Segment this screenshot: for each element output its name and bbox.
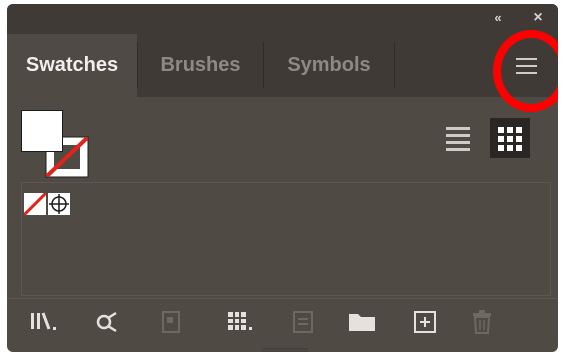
delete-swatch-button[interactable] [468, 309, 496, 335]
registration-swatch[interactable] [48, 193, 70, 215]
swatch-options-grid-button[interactable] [224, 309, 258, 335]
fill-swatch[interactable] [21, 110, 63, 152]
place-swatch-icon [162, 311, 180, 333]
swatches-panel: « × Swatches Brushes Symbols [7, 4, 558, 352]
list-view-icon [446, 127, 470, 151]
new-color-group-button[interactable] [346, 309, 378, 335]
new-color-group-icon [349, 314, 375, 331]
tab-swatches[interactable]: Swatches [7, 34, 137, 97]
swatch-libraries-button[interactable] [29, 309, 63, 335]
fill-stroke-widget [21, 110, 91, 180]
tab-divider [394, 42, 395, 88]
show-swatch-kinds-button[interactable] [93, 309, 121, 335]
collapse-panel-button[interactable]: « [489, 10, 507, 26]
close-panel-button[interactable]: × [529, 10, 547, 26]
registration-swatch-icon [48, 193, 70, 215]
thumbnail-view-icon [498, 127, 522, 151]
swatch-options-grid-icon [228, 312, 252, 330]
new-swatch-icon [414, 311, 436, 333]
panel-tabs: Swatches Brushes Symbols [7, 34, 558, 97]
tab-symbols[interactable]: Symbols [264, 34, 394, 97]
highlight-circle [493, 30, 558, 112]
tab-brushes[interactable]: Brushes [138, 34, 263, 97]
list-view-button[interactable] [439, 118, 479, 158]
swatch-options-button[interactable] [289, 309, 317, 335]
swatch-libraries-icon [31, 312, 56, 330]
thumbnail-view-button[interactable] [490, 118, 530, 158]
resize-grip[interactable] [262, 342, 308, 352]
panel-title-strip: « × [7, 4, 558, 34]
none-swatch-icon [22, 191, 48, 217]
none-swatch[interactable] [22, 191, 48, 217]
delete-swatch-icon [473, 310, 491, 334]
swatch-list [21, 182, 551, 296]
swatch-options-icon [293, 311, 313, 333]
show-swatch-kinds-icon [96, 311, 117, 333]
new-swatch-button[interactable] [411, 309, 439, 335]
place-swatch-button[interactable] [157, 309, 185, 335]
